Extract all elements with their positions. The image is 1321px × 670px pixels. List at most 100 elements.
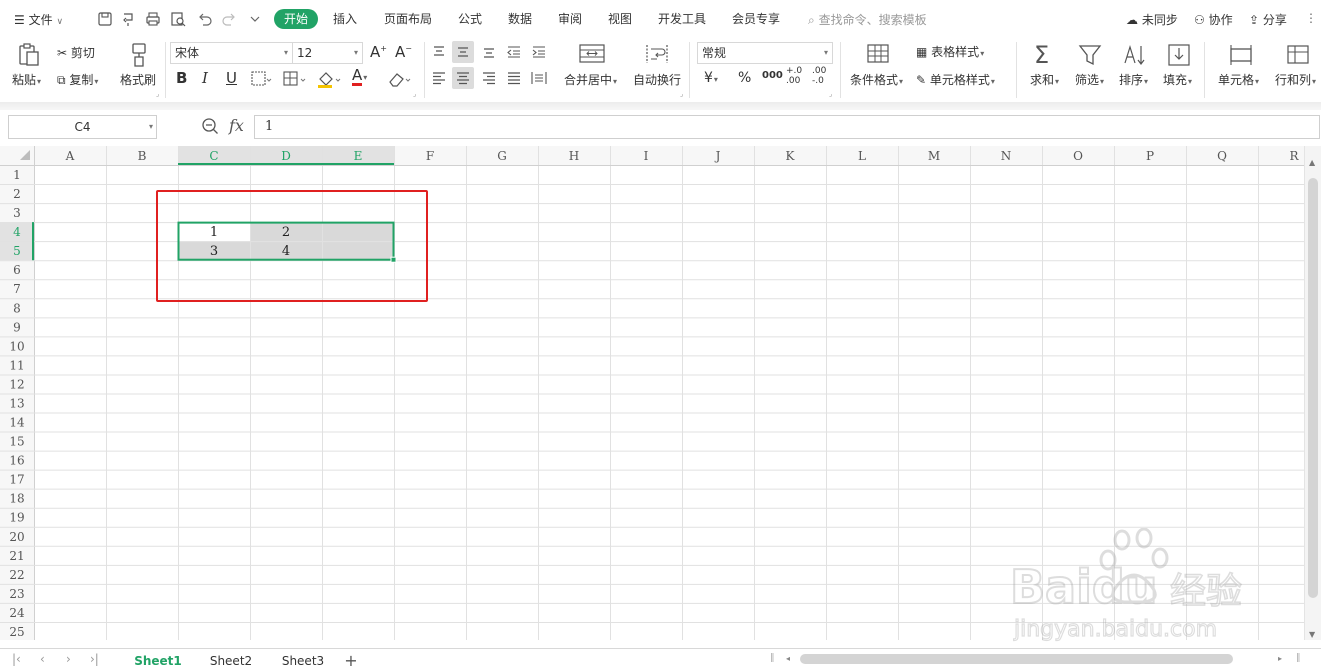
column-header-q[interactable]: Q bbox=[1217, 149, 1227, 163]
sheet-tab-2[interactable]: Sheet2 bbox=[198, 651, 264, 670]
column-header-a[interactable]: A bbox=[65, 149, 75, 163]
italic-button[interactable]: I bbox=[202, 69, 208, 87]
font-color-button[interactable]: A▾ bbox=[352, 67, 367, 86]
row-header-22[interactable]: 22 bbox=[9, 568, 24, 582]
row-header-13[interactable]: 13 bbox=[9, 396, 24, 410]
row-header-7[interactable]: 7 bbox=[13, 282, 21, 296]
row-header-15[interactable]: 15 bbox=[9, 435, 24, 449]
format-painter-icon[interactable] bbox=[128, 42, 150, 68]
justify-icon[interactable] bbox=[503, 67, 525, 89]
row-header-10[interactable]: 10 bbox=[9, 339, 24, 353]
conditional-format-button[interactable]: 条件格式▾ bbox=[850, 71, 903, 88]
format-painter-button[interactable]: 格式刷 bbox=[120, 71, 156, 88]
file-menu[interactable]: ☰ 文件 ∨ bbox=[14, 11, 63, 28]
table-style-button[interactable]: ▦ 表格样式▾ bbox=[916, 43, 984, 60]
row-header-4[interactable]: 4 bbox=[13, 225, 21, 239]
decrease-indent-icon[interactable] bbox=[503, 41, 525, 63]
collab-button[interactable]: ⚇ 协作 bbox=[1194, 11, 1233, 28]
customize-quickbar-icon[interactable] bbox=[246, 10, 264, 28]
fx-icon[interactable]: fx bbox=[229, 116, 244, 135]
tab-home[interactable]: 开始 bbox=[274, 9, 319, 29]
command-search[interactable]: ⌕ 查找命令、搜索模板 bbox=[808, 11, 927, 28]
column-header-d[interactable]: D bbox=[281, 149, 291, 163]
column-header-j[interactable]: J bbox=[714, 149, 721, 163]
row-header-24[interactable]: 24 bbox=[9, 606, 25, 620]
merge-center-button[interactable]: 合并居中▾ bbox=[564, 71, 617, 88]
percent-button[interactable]: % bbox=[738, 70, 751, 86]
sum-icon[interactable]: Σ bbox=[1034, 41, 1049, 69]
row-header-25[interactable]: 25 bbox=[9, 625, 24, 639]
number-format-select[interactable]: 常规 ▾ bbox=[697, 42, 833, 64]
next-sheet-icon[interactable]: › bbox=[66, 652, 71, 666]
more-menu-icon[interactable]: ⋮ bbox=[1305, 11, 1317, 25]
dialog-launcher-icon[interactable]: ⌟ bbox=[413, 90, 416, 98]
tab-member[interactable]: 会员专享 bbox=[730, 9, 782, 29]
add-sheet-button[interactable]: + bbox=[342, 651, 360, 670]
scroll-left-icon[interactable]: ◂ bbox=[786, 654, 790, 663]
column-header-c[interactable]: C bbox=[209, 149, 218, 163]
column-header-n[interactable]: N bbox=[1001, 149, 1012, 163]
row-header-9[interactable]: 9 bbox=[13, 320, 21, 334]
row-header-23[interactable]: 23 bbox=[9, 587, 24, 601]
scroll-right-icon[interactable]: ▸ bbox=[1278, 654, 1282, 663]
conditional-format-icon[interactable] bbox=[865, 42, 891, 66]
row-header-19[interactable]: 19 bbox=[9, 511, 24, 525]
merge-center-icon[interactable] bbox=[578, 42, 606, 66]
scroll-down-icon[interactable]: ▼ bbox=[1309, 630, 1315, 639]
tab-page-layout[interactable]: 页面布局 bbox=[382, 9, 434, 29]
underline-button[interactable]: U bbox=[226, 69, 237, 87]
borders-icon[interactable] bbox=[250, 70, 272, 88]
cell-icon[interactable] bbox=[1228, 43, 1254, 67]
align-top-icon[interactable] bbox=[428, 41, 450, 63]
column-header-f[interactable]: F bbox=[426, 149, 434, 163]
copy-button[interactable]: ⧉ 复制▾ bbox=[57, 71, 98, 88]
wrap-text-icon[interactable] bbox=[644, 42, 670, 66]
row-col-icon[interactable] bbox=[1285, 43, 1311, 67]
row-header-21[interactable]: 21 bbox=[9, 549, 24, 563]
column-header-o[interactable]: O bbox=[1073, 149, 1083, 163]
tab-insert[interactable]: 插入 bbox=[331, 9, 359, 29]
fill-button[interactable]: 填充▾ bbox=[1163, 71, 1192, 88]
align-left-icon[interactable] bbox=[428, 67, 450, 89]
row-header-1[interactable]: 1 bbox=[13, 168, 21, 182]
horizontal-scroll-thumb[interactable] bbox=[800, 654, 1233, 664]
dialog-launcher-icon[interactable]: ⌟ bbox=[680, 90, 683, 98]
tab-developer[interactable]: 开发工具 bbox=[656, 9, 708, 29]
column-header-l[interactable]: L bbox=[858, 149, 866, 163]
fill-color-icon[interactable] bbox=[316, 70, 344, 88]
decrease-decimal-button[interactable]: .00 -.0 bbox=[812, 66, 826, 86]
row-header-18[interactable]: 18 bbox=[9, 492, 24, 506]
dialog-launcher-icon[interactable]: ⌟ bbox=[156, 90, 159, 98]
share-button[interactable]: ⇪ 分享 bbox=[1249, 11, 1287, 28]
increase-font-icon[interactable]: A+ bbox=[370, 43, 387, 61]
dialog-launcher-icon[interactable]: ⌟ bbox=[829, 90, 832, 98]
column-header-m[interactable]: M bbox=[928, 149, 940, 163]
bold-button[interactable]: B bbox=[176, 69, 187, 87]
first-sheet-icon[interactable]: |‹ bbox=[12, 652, 21, 666]
print-icon[interactable] bbox=[144, 10, 162, 28]
decrease-font-icon[interactable]: A− bbox=[395, 43, 412, 61]
filter-button[interactable]: 筛选▾ bbox=[1075, 71, 1104, 88]
sum-button[interactable]: 求和▾ bbox=[1030, 71, 1059, 88]
column-header-g[interactable]: G bbox=[497, 149, 507, 163]
print-preview-icon[interactable] bbox=[169, 10, 187, 28]
filter-icon[interactable] bbox=[1078, 43, 1102, 67]
fill-down-icon[interactable] bbox=[1167, 43, 1191, 67]
eraser-icon[interactable] bbox=[386, 70, 414, 88]
sheet-tab-3[interactable]: Sheet3 bbox=[270, 651, 336, 670]
column-header-r[interactable]: R bbox=[1289, 149, 1299, 163]
sheet-tab-1[interactable]: Sheet1 bbox=[122, 651, 194, 670]
wrap-text-button[interactable]: 自动换行 bbox=[633, 71, 681, 88]
thousands-button[interactable]: 000 bbox=[762, 70, 783, 81]
row-header-17[interactable]: 17 bbox=[9, 473, 24, 487]
formula-input[interactable]: 1 bbox=[254, 115, 1320, 139]
row-header-6[interactable]: 6 bbox=[13, 263, 21, 277]
row-header-11[interactable]: 11 bbox=[9, 358, 24, 372]
sort-button[interactable]: 排序▾ bbox=[1119, 71, 1148, 88]
row-header-12[interactable]: 12 bbox=[9, 377, 24, 391]
tab-formulas[interactable]: 公式 bbox=[456, 9, 484, 29]
row-header-8[interactable]: 8 bbox=[13, 301, 21, 315]
font-name-select[interactable]: 宋体 ▾ bbox=[170, 42, 293, 64]
redo-icon[interactable] bbox=[220, 10, 238, 28]
increase-decimal-button[interactable]: +.0 .00 bbox=[786, 66, 802, 86]
